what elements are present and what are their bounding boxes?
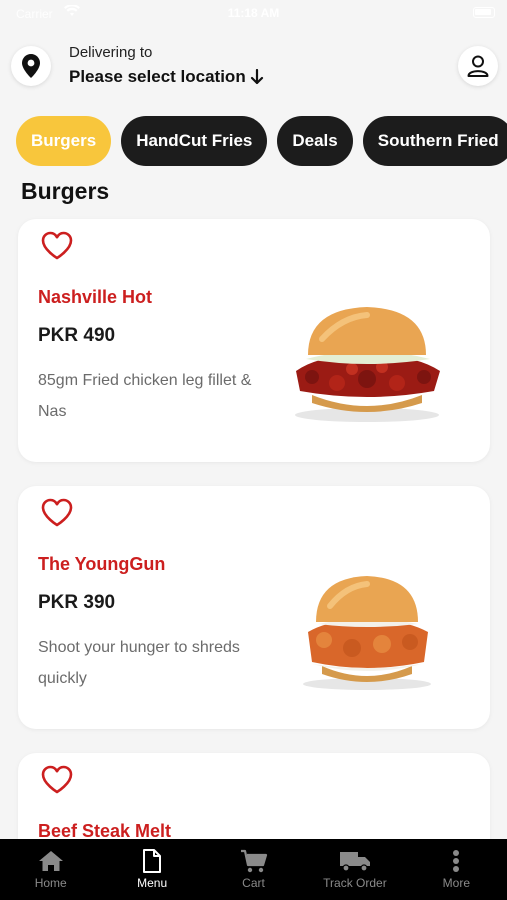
delivering-to-label: Delivering to xyxy=(69,44,153,61)
status-time: 11:18 AM xyxy=(227,6,280,20)
nav-menu-label: Menu xyxy=(137,876,168,890)
nav-more-label: More xyxy=(442,876,470,890)
select-location-button[interactable]: Please select location xyxy=(69,67,264,87)
status-bar: Carrier 11:18 AM xyxy=(0,0,507,28)
product-price: PKR 390 xyxy=(38,592,116,613)
product-name: Nashville Hot xyxy=(38,287,153,307)
truck-icon xyxy=(339,848,371,874)
location-pin-icon xyxy=(22,54,40,78)
heart-icon[interactable] xyxy=(40,498,74,528)
menu-screen: Carrier 11:18 AM Delivering to Please se… xyxy=(0,0,507,900)
category-tabs: Burgers HandCut Fries Deals Southern Fri… xyxy=(16,116,507,166)
category-chip-deals[interactable]: Deals xyxy=(277,116,353,166)
battery-icon xyxy=(473,7,495,18)
product-name: The YoungGun xyxy=(38,554,166,574)
more-vertical-icon xyxy=(452,848,460,874)
nav-home[interactable]: Home xyxy=(0,839,101,900)
younggun-burger-image xyxy=(303,576,431,690)
location-value: Please select location xyxy=(69,67,246,86)
category-chip-burgers[interactable]: Burgers xyxy=(16,116,112,166)
nav-track-order[interactable]: Track Order xyxy=(304,839,405,900)
nav-cart[interactable]: Cart xyxy=(203,839,304,900)
nav-cart-label: Cart xyxy=(242,876,265,890)
user-icon xyxy=(467,55,489,77)
home-icon xyxy=(38,848,64,874)
product-card[interactable]: The YoungGun PKR 390 Shoot your hunger t… xyxy=(18,486,490,729)
nashville-hot-burger-image xyxy=(295,307,440,422)
profile-button[interactable] xyxy=(458,46,498,86)
nav-track-order-label: Track Order xyxy=(323,876,387,890)
nav-home-label: Home xyxy=(34,876,67,890)
location-pin-button[interactable] xyxy=(11,46,51,86)
section-title: Burgers xyxy=(21,178,110,204)
category-chip-handcut-fries[interactable]: HandCut Fries xyxy=(121,116,268,166)
heart-icon[interactable] xyxy=(40,231,74,261)
product-price: PKR 490 xyxy=(38,325,116,346)
header: Delivering to Please select location xyxy=(0,38,507,98)
cart-icon xyxy=(240,848,268,874)
heart-icon[interactable] xyxy=(40,765,74,795)
nav-menu[interactable]: Menu xyxy=(101,839,202,900)
product-card[interactable]: Nashville Hot PKR 490 85gm Fried chicken… xyxy=(18,219,490,462)
nav-more[interactable]: More xyxy=(406,839,507,900)
bottom-nav: Home Menu Cart Track Order More xyxy=(0,839,507,900)
category-chip-southern-fried[interactable]: Southern Fried xyxy=(362,116,507,166)
arrow-down-icon xyxy=(250,69,263,85)
product-description: 85gm Fried chicken leg fillet & Nas xyxy=(38,372,252,420)
menu-document-icon xyxy=(142,848,162,874)
product-description: Shoot your hunger to shreds quickly xyxy=(38,639,240,687)
